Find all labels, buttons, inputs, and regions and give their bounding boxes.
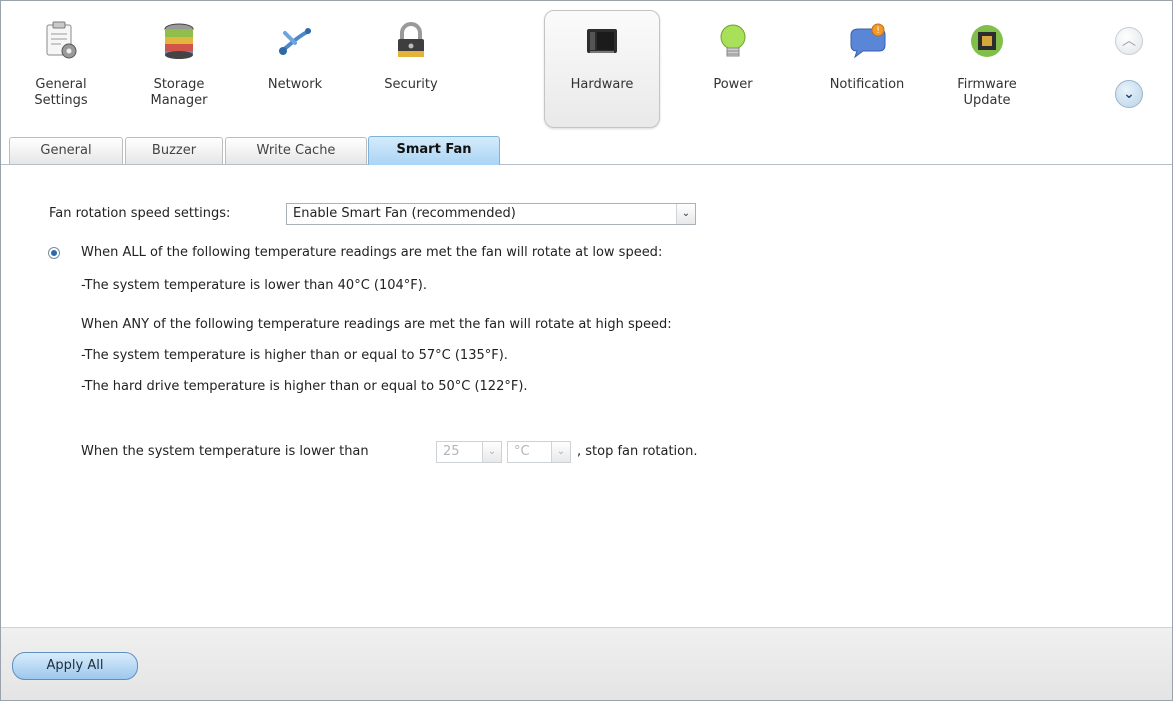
scroll-up-button[interactable]: ︿: [1115, 27, 1143, 55]
tab-write-cache[interactable]: Write Cache: [225, 137, 367, 164]
network-icon: [279, 28, 311, 55]
high-speed-rule-system: -The system temperature is higher than o…: [81, 348, 508, 363]
smart-fan-panel: Fan rotation speed settings: Enable Smar…: [1, 165, 1172, 627]
hardware-icon: [587, 29, 617, 53]
power-bulb-icon: [720, 24, 746, 57]
stop-fan-suffix: , stop fan rotation.: [577, 444, 698, 459]
nav-network[interactable]: Network: [241, 11, 349, 131]
chevron-up-icon: ︿: [1122, 33, 1136, 49]
stop-temperature-unit-select[interactable]: °C ⌄: [507, 441, 571, 463]
nav-label: Hardware: [570, 77, 634, 92]
nav-general-settings[interactable]: General Settings: [7, 11, 115, 131]
chevron-down-icon: ⌄: [676, 204, 695, 224]
nav-notification[interactable]: ! Notification: [813, 11, 921, 131]
chevron-down-icon: ⌄: [1123, 86, 1135, 102]
general-settings-icon: [46, 21, 77, 59]
chevron-down-icon: ⌄: [482, 442, 501, 462]
smart-fan-radio[interactable]: [48, 247, 60, 259]
security-lock-icon: [398, 22, 424, 57]
fan-speed-label: Fan rotation speed settings:: [49, 206, 231, 221]
nav-hardware[interactable]: Hardware: [544, 10, 660, 128]
nav-label: Notification: [829, 77, 905, 92]
nav-firmware-update[interactable]: Firmware Update: [933, 11, 1041, 131]
fan-speed-value: Enable Smart Fan (recommended): [293, 206, 516, 221]
nav-storage-manager[interactable]: Storage Manager: [125, 11, 233, 131]
nav-label: Storage Manager: [150, 77, 208, 108]
tab-buzzer[interactable]: Buzzer: [125, 137, 223, 164]
control-panel-icon-bar: GeneralSettings StorageManager Network: [1, 1, 1172, 134]
nav-label: General Settings: [34, 77, 88, 108]
tab-general[interactable]: General: [9, 137, 123, 164]
stop-fan-prefix: When the system temperature is lower tha…: [81, 444, 369, 459]
nav-label: Security: [384, 77, 438, 92]
tab-smart-fan[interactable]: Smart Fan: [368, 136, 500, 165]
notification-icon: !: [850, 23, 886, 59]
low-speed-rule: -The system temperature is lower than 40…: [81, 278, 427, 293]
svg-text:!: !: [876, 26, 880, 36]
nav-label: Power: [713, 77, 753, 92]
nav-label: Network: [267, 77, 323, 92]
footer-bar: Apply All: [1, 627, 1172, 700]
stop-temperature-select[interactable]: 25 ⌄: [436, 441, 502, 463]
nav-label: Firmware Update: [957, 77, 1017, 108]
high-speed-rule-hdd: -The hard drive temperature is higher th…: [81, 379, 528, 394]
fan-speed-select[interactable]: Enable Smart Fan (recommended) ⌄: [286, 203, 696, 225]
chevron-down-icon: ⌄: [551, 442, 570, 462]
scroll-down-button[interactable]: ⌄: [1115, 80, 1143, 108]
apply-all-button[interactable]: Apply All: [12, 652, 138, 680]
stop-temperature-value: 25: [443, 444, 460, 459]
high-speed-heading: When ANY of the following temperature re…: [81, 317, 672, 332]
low-speed-heading: When ALL of the following temperature re…: [81, 245, 663, 260]
nav-security[interactable]: Security: [357, 11, 465, 131]
hardware-settings-window: GeneralSettings StorageManager Network: [0, 0, 1173, 701]
storage-manager-icon: [164, 23, 194, 59]
nav-power[interactable]: Power: [679, 11, 787, 131]
firmware-update-icon: [971, 25, 1003, 57]
stop-unit-value: °C: [514, 444, 530, 459]
tab-bar: General Buzzer Write Cache Smart Fan: [1, 134, 1172, 165]
